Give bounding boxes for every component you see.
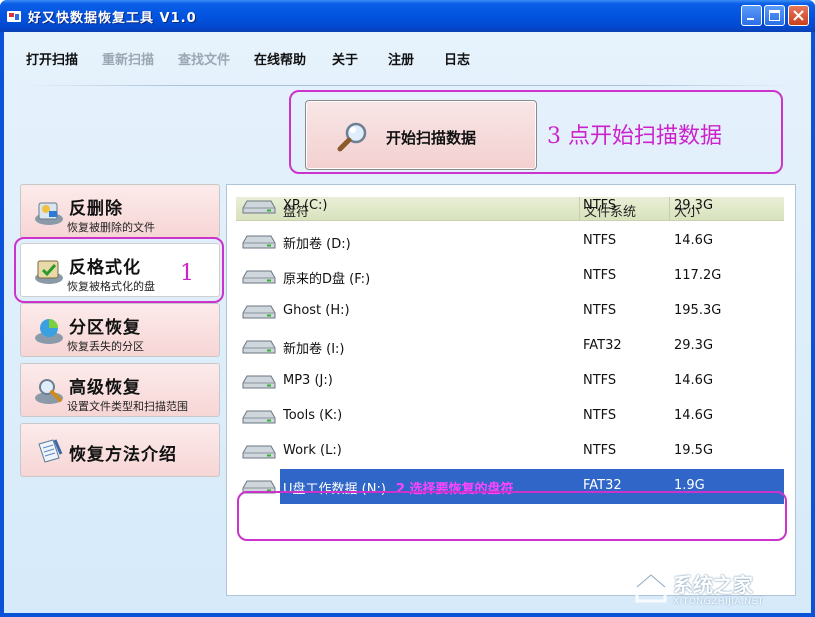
drive-size: 14.6G <box>674 233 714 248</box>
watermark: 系统之家 XITONGZHIJIA.NET <box>633 567 803 611</box>
drive-name: 新加卷 (I:) <box>283 338 345 357</box>
minimize-button[interactable] <box>741 5 762 26</box>
maximize-button[interactable] <box>764 5 785 26</box>
nav-undelete-title: 反删除 <box>69 199 123 219</box>
drive-row[interactable]: 新加卷 (D:) NTFS 14.6G <box>236 224 784 259</box>
hard-drive-icon <box>242 200 276 214</box>
drive-filesystem: NTFS <box>583 443 617 458</box>
nav-partition-subtitle: 恢复丢失的分区 <box>67 340 144 353</box>
close-button[interactable] <box>788 5 809 26</box>
drive-label: 原来的D盘 (F:) <box>283 272 371 287</box>
app-icon <box>7 11 21 22</box>
drive-label: MP3 (J:) <box>283 373 333 388</box>
nav-partition-title: 分区恢复 <box>69 318 141 338</box>
drive-label: Ghost (H:) <box>283 303 350 318</box>
drive-filesystem: NTFS <box>583 408 617 423</box>
title-bar[interactable]: 好又快数据恢复工具 V1.0 <box>0 0 815 32</box>
start-scan-button[interactable]: 开始扫描数据 <box>305 100 537 170</box>
menu-online-help[interactable]: 在线帮助 <box>254 49 306 68</box>
drive-filesystem: NTFS <box>583 373 617 388</box>
drive-size: 195.3G <box>674 303 722 318</box>
undelete-icon <box>35 202 63 225</box>
drive-size: 19.5G <box>674 443 714 458</box>
menu-open-scan[interactable]: 打开扫描 <box>26 49 78 68</box>
drive-label: XP (C:) <box>283 198 328 213</box>
start-scan-label: 开始扫描数据 <box>386 129 477 147</box>
hard-drive-icon <box>242 235 276 249</box>
window-title: 好又快数据恢复工具 V1.0 <box>28 11 197 26</box>
drive-filesystem: NTFS <box>583 268 617 283</box>
drive-size: 29.3G <box>674 198 714 213</box>
drive-row[interactable]: 新加卷 (I:) FAT32 29.3G <box>236 329 784 364</box>
nav-advanced-recovery[interactable]: 高级恢复 设置文件类型和扫描范围 <box>20 363 220 417</box>
hard-drive-icon <box>242 270 276 284</box>
drive-size: 14.6G <box>674 408 714 423</box>
watermark-cn: 系统之家 <box>673 573 753 597</box>
drive-name: 新加卷 (D:) <box>283 233 351 252</box>
drive-size: 117.2G <box>674 268 722 283</box>
hard-drive-icon <box>242 375 276 389</box>
step2-highlight <box>237 491 787 541</box>
minimize-icon <box>747 18 754 20</box>
drive-name: XP (C:) <box>283 198 327 213</box>
magnifier-icon <box>337 122 367 152</box>
watermark-en: XITONGZHIJIA.NET <box>673 597 764 607</box>
client-area: 打开扫描 重新扫描 查找文件 在线帮助 关于 注册 日志 开始扫描数据 3 点开… <box>4 32 811 613</box>
hard-drive-icon <box>242 445 276 459</box>
drive-name: 原来的D盘 (F:) <box>283 268 370 287</box>
hard-drive-icon <box>242 410 276 424</box>
drive-row[interactable]: MP3 (J:) NTFS 14.6G <box>236 364 784 399</box>
nav-recovery-guide[interactable]: 恢复方法介绍 <box>20 423 220 477</box>
nav-guide-title: 恢复方法介绍 <box>69 445 177 465</box>
menu-find-file[interactable]: 查找文件 <box>178 49 230 68</box>
step1-note: 1 <box>180 261 194 286</box>
drive-filesystem: NTFS <box>583 198 617 213</box>
guide-icon <box>38 439 63 463</box>
nav-unformat-subtitle: 恢复被格式化的盘 <box>67 280 155 293</box>
nav-advanced-subtitle: 设置文件类型和扫描范围 <box>67 400 188 413</box>
menu-log[interactable]: 日志 <box>444 49 470 68</box>
drive-row[interactable]: Tools (K:) NTFS 14.6G <box>236 399 784 434</box>
drive-label: 新加卷 (D:) <box>283 237 351 252</box>
drive-row[interactable]: Work (L:) NTFS 19.5G <box>236 434 784 469</box>
nav-unformat-title: 反格式化 <box>69 258 141 278</box>
drive-name: Ghost (H:) <box>283 303 350 318</box>
app-window: 好又快数据恢复工具 V1.0 打开扫描 重新扫描 查找文件 在线帮助 关于 注册… <box>0 0 815 617</box>
drive-filesystem: NTFS <box>583 303 617 318</box>
nav-undelete-subtitle: 恢复被删除的文件 <box>67 221 155 234</box>
menu-rescan[interactable]: 重新扫描 <box>102 49 154 68</box>
drive-name: MP3 (J:) <box>283 373 333 388</box>
drive-filesystem: NTFS <box>583 233 617 248</box>
drive-name: Tools (K:) <box>283 408 342 423</box>
menu-register[interactable]: 注册 <box>388 49 414 68</box>
drive-size: 29.3G <box>674 338 714 353</box>
partition-recovery-icon <box>35 319 63 344</box>
drive-name: Work (L:) <box>283 443 342 458</box>
drive-label: Tools (K:) <box>283 408 343 423</box>
nav-advanced-title: 高级恢复 <box>69 378 141 398</box>
drive-label: 新加卷 (I:) <box>283 342 345 357</box>
hard-drive-icon <box>242 340 276 354</box>
step3-note: 3 点开始扫描数据 <box>547 124 722 149</box>
drive-label: Work (L:) <box>283 443 342 458</box>
advanced-recovery-icon <box>35 379 63 404</box>
drive-row[interactable]: 原来的D盘 (F:) NTFS 117.2G <box>236 259 784 294</box>
drive-row[interactable]: Ghost (H:) NTFS 195.3G <box>236 294 784 329</box>
unformat-icon <box>35 260 63 284</box>
menu-about[interactable]: 关于 <box>332 49 358 68</box>
drive-size: 14.6G <box>674 373 714 388</box>
nav-partition-recovery[interactable]: 分区恢复 恢复丢失的分区 <box>20 303 220 357</box>
maximize-icon <box>769 10 780 21</box>
drive-filesystem: FAT32 <box>583 338 622 353</box>
drive-row[interactable]: XP (C:) NTFS 29.3G <box>236 189 784 224</box>
nav-undelete[interactable]: 反删除 恢复被删除的文件 <box>20 184 220 238</box>
hard-drive-icon <box>242 305 276 319</box>
watermark-logo-icon <box>635 573 667 603</box>
menu-divider <box>26 85 790 86</box>
close-icon <box>793 10 804 21</box>
